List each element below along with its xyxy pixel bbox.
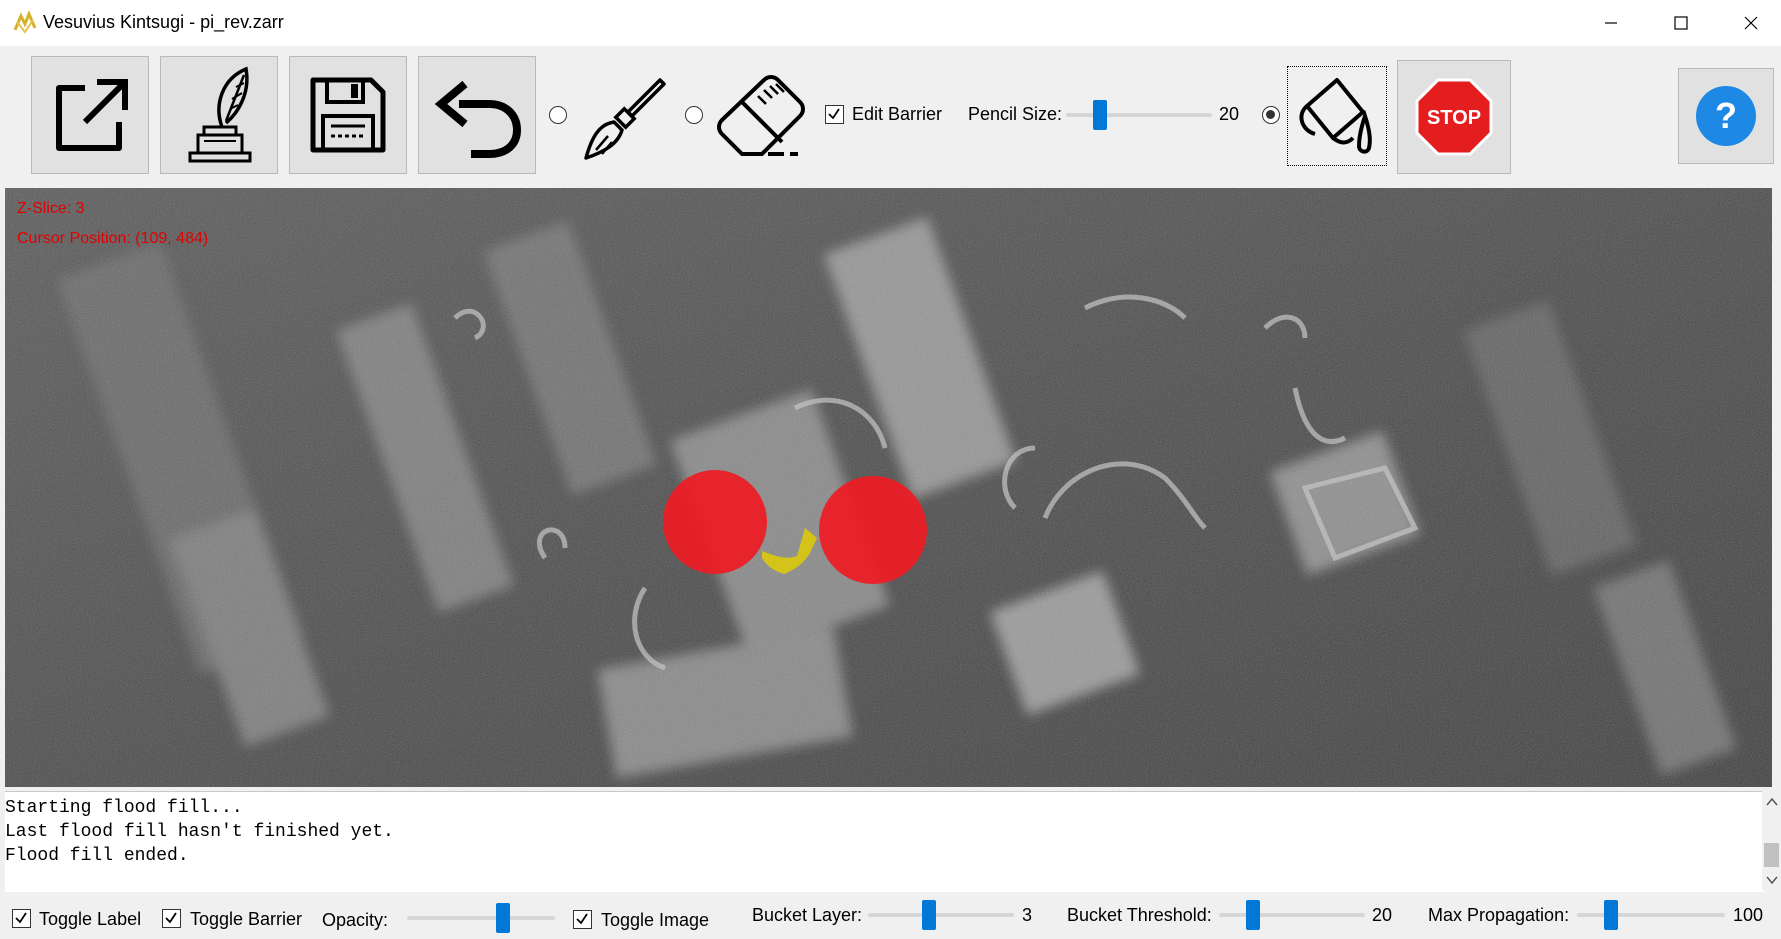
max-propagation-label: Max Propagation:: [1428, 905, 1570, 925]
scroll-thumb[interactable]: [1764, 843, 1779, 867]
label-paint-circle: [819, 476, 927, 584]
bucket-threshold-label: Bucket Threshold:: [1067, 905, 1212, 925]
opacity-slider-track[interactable]: [407, 916, 555, 920]
undo-button[interactable]: [418, 56, 536, 174]
toggle-image-text: Toggle Image: [601, 910, 710, 930]
maximize-button[interactable]: [1645, 0, 1717, 46]
toggle-label-text: Toggle Label: [39, 909, 142, 929]
checkmark-icon: [828, 108, 840, 120]
maximize-icon: [1674, 16, 1688, 30]
bucket-layer-value: 3: [1022, 905, 1033, 925]
label-inkwell-button[interactable]: [160, 56, 278, 174]
help-label: ?: [1715, 95, 1737, 136]
paint-bucket-icon: [1299, 78, 1372, 154]
console-line: Last flood fill hasn't finished yet.: [5, 822, 394, 842]
close-button[interactable]: [1715, 0, 1781, 46]
toggle-label-checkbox[interactable]: [12, 909, 31, 928]
max-propagation-slider-thumb[interactable]: [1604, 900, 1618, 930]
opacity-label: Opacity:: [322, 910, 389, 930]
bucket-layer-label: Bucket Layer:: [752, 905, 863, 925]
pencil-size-slider-thumb[interactable]: [1093, 100, 1107, 130]
console-line: Flood fill ended.: [5, 846, 189, 866]
cursor-position-readout: Cursor Position: (109, 484): [17, 230, 209, 247]
toolbar: Edit Barrier Pencil Size: 20 STOP ?: [0, 46, 1781, 187]
kintsugi-logo-icon: [13, 10, 37, 34]
opacity-slider-thumb[interactable]: [496, 903, 510, 933]
max-propagation-slider-track[interactable]: [1577, 913, 1725, 917]
stop-button[interactable]: STOP: [1397, 60, 1511, 174]
pencil-size-slider-track[interactable]: [1066, 113, 1212, 117]
ct-scan-image: [5, 188, 1772, 787]
title-bar: Vesuvius Kintsugi - pi_rev.zarr: [0, 0, 1781, 46]
scroll-down-icon: [1766, 876, 1778, 885]
pencil-size-value: 20: [1219, 104, 1240, 124]
minimize-button[interactable]: [1575, 0, 1647, 46]
window-title: Vesuvius Kintsugi - pi_rev.zarr: [43, 12, 284, 32]
undo-icon: [434, 80, 522, 158]
edit-barrier-label: Edit Barrier: [852, 104, 943, 124]
toggle-barrier-text: Toggle Barrier: [190, 909, 303, 929]
quill-inkwell-icon: [188, 66, 252, 163]
scroll-up-icon: [1766, 797, 1778, 806]
console-line: Starting flood fill...: [5, 798, 243, 818]
bottom-controls: Toggle Label Toggle Barrier Opacity: Tog…: [0, 893, 1781, 939]
help-question-icon: ?: [1696, 86, 1756, 146]
help-button[interactable]: ?: [1678, 68, 1774, 164]
stop-sign-icon: STOP: [1415, 78, 1493, 156]
max-propagation-value: 100: [1733, 905, 1764, 925]
open-icon: [56, 79, 128, 151]
console-scrollbar[interactable]: [1762, 791, 1781, 891]
image-canvas[interactable]: Z-Slice: 3 Cursor Position: (109, 484): [5, 188, 1772, 787]
checkmark-icon: [165, 912, 177, 924]
minimize-icon: [1605, 22, 1617, 24]
brush-icon: [584, 78, 666, 160]
z-slice-readout: Z-Slice: 3: [17, 200, 85, 217]
eraser-radio[interactable]: [685, 106, 703, 124]
bucket-threshold-slider-track[interactable]: [1219, 913, 1365, 917]
open-button[interactable]: [31, 56, 149, 174]
label-paint-circle: [663, 470, 767, 574]
checkmark-icon: [15, 912, 27, 924]
bucket-tool-button[interactable]: [1287, 66, 1387, 166]
toggle-barrier-checkbox[interactable]: [162, 909, 181, 928]
checkmark-icon: [576, 913, 588, 925]
eraser-icon: [717, 75, 805, 156]
bucket-threshold-slider-thumb[interactable]: [1246, 900, 1260, 930]
bucket-layer-slider-thumb[interactable]: [922, 900, 936, 930]
edit-barrier-checkbox[interactable]: [825, 105, 844, 124]
pencil-size-label: Pencil Size:: [968, 104, 1063, 124]
bucket-radio[interactable]: [1262, 106, 1280, 124]
bucket-layer-slider-track[interactable]: [868, 913, 1014, 917]
close-icon: [1744, 16, 1758, 30]
toggle-image-checkbox[interactable]: [573, 910, 592, 929]
log-console[interactable]: Starting flood fill... Last flood fill h…: [5, 791, 1765, 892]
save-button[interactable]: [289, 56, 407, 174]
brush-radio[interactable]: [549, 106, 567, 124]
bucket-threshold-value: 20: [1372, 905, 1393, 925]
save-icon: [310, 77, 386, 153]
stop-label: STOP: [1427, 107, 1481, 129]
